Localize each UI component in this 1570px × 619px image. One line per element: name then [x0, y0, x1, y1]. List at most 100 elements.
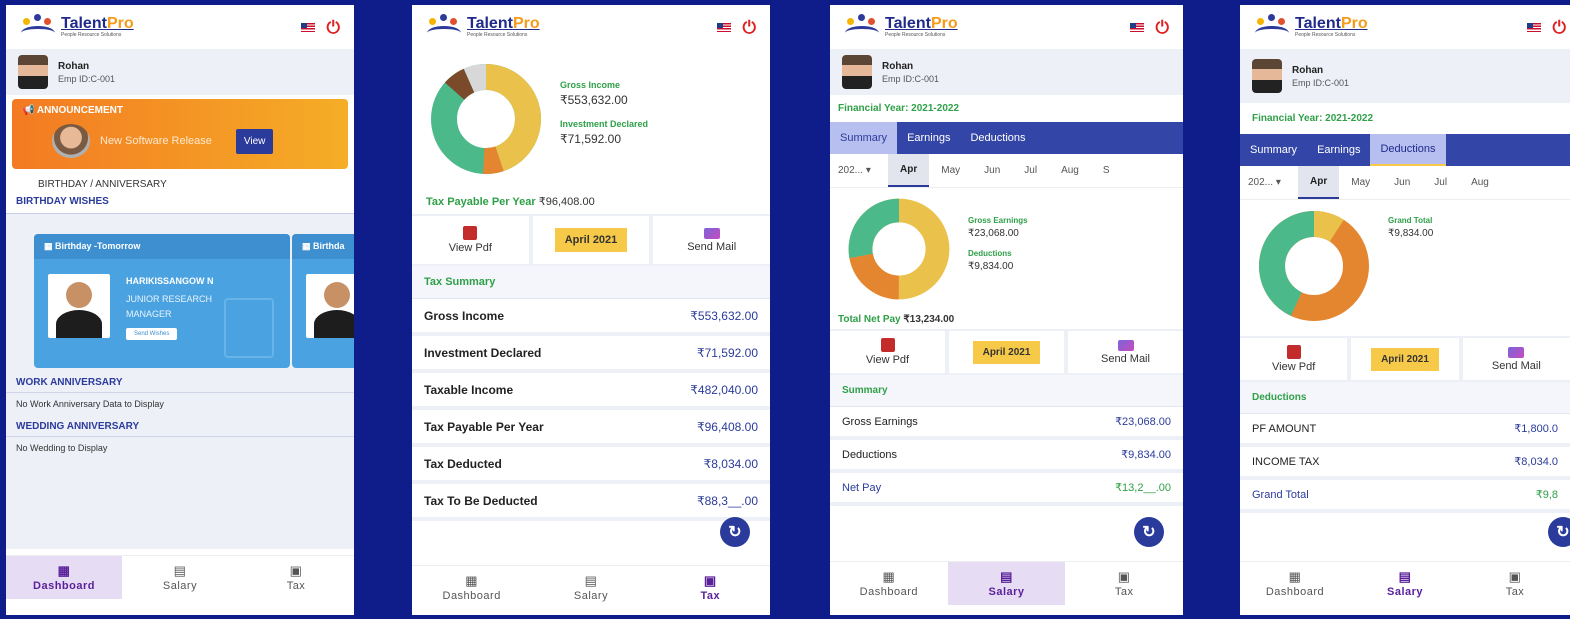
- net-pay-headline: Total Net Pay ₹13,234.00: [838, 314, 955, 325]
- work-anniversary-empty: No Work Anniversary Data to Display: [16, 399, 164, 409]
- refresh-fab[interactable]: ↻: [1134, 517, 1164, 547]
- power-icon[interactable]: ⏻: [1156, 19, 1169, 36]
- grid-icon: ▦: [882, 568, 896, 584]
- us-flag-icon[interactable]: [1129, 22, 1144, 32]
- birthday-card-title: Birthda: [313, 241, 345, 251]
- tab-earnings[interactable]: Earnings: [1307, 134, 1370, 166]
- nav-tax[interactable]: ▣ Tax: [1065, 562, 1183, 605]
- tab-summary[interactable]: Summary: [1240, 134, 1307, 166]
- month-tab[interactable]: Aug: [1459, 166, 1501, 199]
- month-tab[interactable]: Jul: [1012, 154, 1049, 187]
- table-row: Investment Declared ₹71,592.00: [412, 336, 770, 373]
- grid-icon: ▦: [57, 562, 71, 578]
- profile-emp-id: Emp ID:C-001: [58, 73, 116, 84]
- birthday-carousel[interactable]: ▦ Birthday -Tomorrow HARIKISSANGOW N JUN…: [6, 214, 354, 374]
- refresh-fab[interactable]: ↻: [720, 517, 750, 547]
- table-row: Gross Earnings ₹23,068.00: [830, 407, 1183, 440]
- view-pdf-button[interactable]: View Pdf: [1240, 338, 1348, 380]
- summary-heading: Summary: [830, 375, 1183, 407]
- month-tab[interactable]: Jun: [1382, 166, 1422, 199]
- list-icon: ▤: [1398, 568, 1412, 584]
- month-tab[interactable]: S: [1091, 154, 1122, 187]
- legend-deductions-value: ₹9,834.00: [968, 261, 1014, 272]
- grid-icon: ▦: [1288, 568, 1302, 584]
- refresh-fab[interactable]: ↻: [1548, 517, 1570, 547]
- month-selector[interactable]: April 2021: [949, 331, 1064, 373]
- salary-tabs: Summary Earnings Deductions: [1240, 134, 1570, 166]
- nav-salary[interactable]: ▤ Salary: [947, 562, 1066, 605]
- year-select[interactable]: 202... ▾: [830, 165, 888, 176]
- send-mail-button[interactable]: Send Mail: [1462, 338, 1570, 380]
- month-tab[interactable]: Apr: [888, 154, 930, 187]
- tab-earnings[interactable]: Earnings: [897, 122, 960, 154]
- table-row: Net Pay ₹13,2__.00: [830, 473, 1183, 506]
- table-row: INCOME TAX ₹8,034.0: [1240, 447, 1570, 480]
- us-flag-icon[interactable]: [300, 22, 315, 32]
- view-pdf-button[interactable]: View Pdf: [412, 216, 529, 264]
- wedding-anniversary-heading: WEDDING ANNIVERSARY: [6, 415, 354, 437]
- avatar: [842, 55, 872, 89]
- list-icon: ▤: [1000, 568, 1013, 584]
- power-icon[interactable]: ⏻: [1553, 19, 1566, 36]
- deductions-heading: Deductions: [1240, 382, 1570, 414]
- nav-dashboard[interactable]: ▦ Dashboard: [1240, 562, 1350, 605]
- mail-icon: [1117, 339, 1134, 351]
- month-tab[interactable]: May: [1339, 166, 1382, 199]
- month-tab[interactable]: Jun: [972, 154, 1012, 187]
- salary-summary-table: Gross Earnings ₹23,068.00 Deductions ₹9,83…: [830, 407, 1183, 506]
- chevron-down-icon: ▾: [1275, 177, 1281, 188]
- send-mail-button[interactable]: Send Mail: [653, 216, 770, 264]
- month-selector[interactable]: April 2021: [532, 216, 650, 264]
- profile-card: Rohan Emp ID:C-001: [6, 49, 354, 95]
- mail-icon: [1508, 346, 1525, 358]
- announcement-avatar: [52, 124, 90, 158]
- refresh-icon: ↻: [1556, 524, 1570, 541]
- year-select[interactable]: 202... ▾: [1240, 177, 1298, 188]
- legend-investment-label: Investment Declared: [560, 119, 649, 129]
- table-row: Grand Total ₹9,8: [1240, 480, 1570, 513]
- view-pdf-button[interactable]: View Pdf: [830, 331, 945, 373]
- legend-gross-income-label: Gross Income: [560, 80, 621, 90]
- nav-dashboard[interactable]: ▦ Dashboard: [830, 562, 948, 605]
- month-tab[interactable]: Apr: [1298, 166, 1340, 199]
- tax-chart: Gross Income ₹553,632.00 Investment Decl…: [412, 49, 770, 189]
- nav-salary[interactable]: ▤ Salary: [1350, 562, 1460, 605]
- announcement-title: ANNOUNCEMENT: [36, 105, 123, 116]
- nav-dashboard[interactable]: ▦ Dashboard: [6, 556, 122, 599]
- tab-summary[interactable]: Summary: [830, 122, 898, 154]
- nav-tax[interactable]: ▣ Tax: [651, 566, 770, 609]
- us-flag-icon[interactable]: [716, 22, 731, 32]
- logo-mark-icon: [1254, 14, 1290, 40]
- us-flag-icon[interactable]: [1526, 22, 1541, 32]
- table-row: Tax Deducted ₹8,034.00: [412, 447, 770, 484]
- month-tab[interactable]: May: [929, 154, 972, 187]
- view-button[interactable]: View: [235, 128, 274, 154]
- legend-deductions-label: Deductions: [968, 249, 1012, 258]
- salary-tabs: Summary Earnings Deductions: [830, 122, 1183, 154]
- tab-deductions[interactable]: Deductions: [1370, 134, 1446, 166]
- calendar-icon: ▣: [703, 572, 717, 588]
- legend-grand-total-label: Grand Total: [1388, 216, 1433, 225]
- birthday-wishes-heading: BIRTHDAY WISHES: [6, 192, 354, 214]
- tab-deductions[interactable]: Deductions: [960, 122, 1035, 154]
- nav-tax[interactable]: ▣ Tax: [1460, 562, 1570, 605]
- month-tab[interactable]: Jul: [1422, 166, 1459, 199]
- calendar-icon: ▣: [1117, 568, 1131, 584]
- month-tab[interactable]: Aug: [1049, 154, 1091, 187]
- power-icon[interactable]: ⏻: [327, 19, 340, 36]
- nav-salary[interactable]: ▤ Salary: [122, 556, 238, 599]
- send-wishes-button[interactable]: Send Wishes: [126, 328, 178, 340]
- send-mail-button[interactable]: Send Mail: [1068, 331, 1183, 373]
- nav-dashboard[interactable]: ▦ Dashboard: [412, 566, 531, 609]
- nav-salary[interactable]: ▤ Salary: [531, 566, 650, 609]
- pdf-icon: [463, 226, 478, 240]
- avatar: [18, 55, 48, 89]
- month-selector[interactable]: April 2021: [1351, 338, 1459, 380]
- power-icon[interactable]: ⏻: [743, 19, 756, 36]
- pdf-icon: [1286, 345, 1301, 359]
- profile-card: Rohan Emp ID:C-001: [830, 49, 1183, 95]
- nav-tax[interactable]: ▣ Tax: [238, 556, 354, 599]
- megaphone-icon: 📢: [22, 105, 37, 116]
- refresh-icon: ↻: [1142, 524, 1156, 541]
- deductions-donut-chart: [1259, 211, 1369, 321]
